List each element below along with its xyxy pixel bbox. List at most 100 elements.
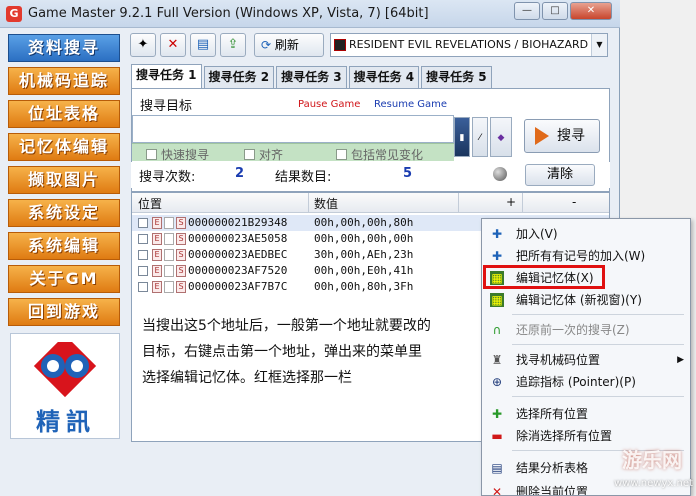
menu-item-select-all[interactable]: ✚ 选择所有位置 bbox=[482, 403, 690, 425]
logo-mark-icon bbox=[33, 342, 97, 398]
save-flag-icon: S bbox=[176, 265, 186, 277]
watermark-url: www.newyx.net bbox=[614, 478, 693, 489]
undo-icon: ∩ bbox=[492, 323, 502, 337]
chevron-down-icon[interactable]: ▼ bbox=[591, 34, 607, 56]
process-name: RESIDENT EVIL REVELATIONS / BIOHAZARD RE… bbox=[349, 38, 608, 51]
menu-item-label: 结果分析表格 bbox=[516, 461, 589, 475]
column-minus[interactable]: - bbox=[572, 195, 576, 209]
cancel-icon[interactable]: ✕ bbox=[160, 33, 186, 57]
new-search-icon[interactable]: ✦ bbox=[130, 33, 156, 57]
pointer-icon: ⊕ bbox=[491, 375, 503, 389]
instruction-note: 当搜出这5个地址后，一般第一个地址就要改的目标，右键点击第一个地址，弹出来的菜单… bbox=[142, 318, 431, 386]
delete-icon: ✕ bbox=[491, 485, 503, 495]
search-input[interactable] bbox=[132, 115, 454, 143]
menu-item-edit-memory-new-window[interactable]: ▦ 编辑记忆体 (新视窗)(Y) bbox=[482, 289, 690, 311]
search-options: 快速搜寻 对齐 包括常见变化 bbox=[132, 143, 454, 163]
search-count-label: 搜寻次数: bbox=[139, 170, 196, 185]
minimize-button[interactable]: — bbox=[514, 2, 540, 20]
freeze-flag-icon bbox=[164, 249, 174, 261]
checkbox[interactable] bbox=[244, 149, 255, 160]
resume-game-link[interactable]: Resume Game bbox=[374, 99, 447, 110]
eraser-icon[interactable]: ◆ bbox=[490, 117, 512, 157]
menu-item-find-machine-code[interactable]: ♜ 找寻机械码位置 ▶ bbox=[482, 349, 690, 371]
freeze-flag-icon bbox=[164, 233, 174, 245]
brand-logo: 精訊 bbox=[10, 333, 120, 439]
sidebar-item-machine-code[interactable]: 机械码追踪 bbox=[8, 67, 120, 95]
pause-game-link[interactable]: Pause Game bbox=[298, 99, 360, 110]
sidebar-item-settings[interactable]: 系统设定 bbox=[8, 199, 120, 227]
row-checkbox[interactable] bbox=[138, 282, 148, 292]
calculator-icon[interactable]: ⁄ bbox=[472, 117, 488, 157]
plus-icon: ✚ bbox=[491, 249, 503, 263]
edit-flag-icon: E bbox=[152, 281, 162, 293]
search-button-label: 搜寻 bbox=[557, 128, 585, 144]
menu-item-undo-search[interactable]: ∩ 还原前一次的搜寻(Z) bbox=[482, 319, 690, 341]
search-tabs: 搜寻任务 1 搜寻任务 2 搜寻任务 3 搜寻任务 4 搜寻任务 5 bbox=[131, 64, 494, 88]
align-option[interactable]: 对齐 bbox=[244, 146, 283, 163]
row-address: 000000023AF7520 bbox=[188, 264, 288, 277]
result-count-value: 5 bbox=[403, 166, 413, 181]
row-checkbox[interactable] bbox=[138, 234, 148, 244]
status-indicator-icon bbox=[493, 167, 507, 181]
refresh-label: 刷新 bbox=[274, 38, 299, 52]
row-checkbox[interactable] bbox=[138, 250, 148, 260]
menu-item-label: 把所有有记号的加入(W) bbox=[516, 249, 646, 263]
save-flag-icon: S bbox=[176, 233, 186, 245]
document-icon[interactable]: ▤ bbox=[190, 33, 216, 57]
close-button[interactable]: ✕ bbox=[570, 2, 612, 20]
tab-search-3[interactable]: 搜寻任务 3 bbox=[276, 66, 347, 88]
tab-search-1[interactable]: 搜寻任务 1 bbox=[131, 64, 202, 88]
menu-item-label: 加入(V) bbox=[516, 227, 558, 241]
checkbox[interactable] bbox=[146, 149, 157, 160]
tab-search-2[interactable]: 搜寻任务 2 bbox=[203, 66, 275, 88]
sidebar-item-data-search[interactable]: 资料搜寻 bbox=[8, 34, 120, 62]
export-icon[interactable]: ⇪ bbox=[220, 33, 246, 57]
menu-item-add[interactable]: ✚ 加入(V) bbox=[482, 223, 690, 245]
option-label: 对齐 bbox=[259, 148, 284, 162]
search-stats: 搜寻次数: 2 结果数目: 5 清除 bbox=[131, 162, 610, 188]
sidebar-item-capture[interactable]: 撷取图片 bbox=[8, 166, 120, 194]
menu-item-label: 追踪指标 (Pointer)(P) bbox=[516, 375, 636, 389]
save-flag-icon: S bbox=[176, 249, 186, 261]
clear-button[interactable]: 清除 bbox=[525, 164, 595, 186]
include-variants-option[interactable]: 包括常见变化 bbox=[336, 146, 423, 163]
results-header: 位置 数值 + - bbox=[132, 193, 609, 213]
sidebar-item-back-to-game[interactable]: 回到游戏 bbox=[8, 298, 120, 326]
app-icon: G bbox=[6, 6, 22, 22]
fast-search-option[interactable]: 快速搜寻 bbox=[146, 146, 209, 163]
search-count-value: 2 bbox=[235, 166, 245, 181]
option-label: 包括常见变化 bbox=[351, 148, 424, 162]
deselect-all-icon: ▬ bbox=[491, 429, 503, 443]
column-address[interactable]: 位置 bbox=[138, 195, 162, 212]
save-flag-icon: S bbox=[176, 217, 186, 229]
column-value[interactable]: 数值 bbox=[314, 195, 338, 212]
tab-search-4[interactable]: 搜寻任务 4 bbox=[348, 66, 420, 88]
row-checkbox[interactable] bbox=[138, 218, 148, 228]
menu-item-add-all-marked[interactable]: ✚ 把所有有记号的加入(W) bbox=[482, 245, 690, 267]
save-flag-icon: S bbox=[176, 281, 186, 293]
tab-search-5[interactable]: 搜寻任务 5 bbox=[421, 66, 492, 88]
sidebar-item-about[interactable]: 关于GM bbox=[8, 265, 120, 293]
menu-item-track-pointer[interactable]: ⊕ 追踪指标 (Pointer)(P) bbox=[482, 371, 690, 393]
sidebar-item-memory-edit[interactable]: 记忆体编辑 bbox=[8, 133, 120, 161]
freeze-flag-icon bbox=[164, 217, 174, 229]
sidebar: 资料搜寻 机械码追踪 位址表格 记忆体编辑 撷取图片 系统设定 系统编辑 关于G… bbox=[8, 34, 120, 331]
game-icon bbox=[334, 39, 346, 51]
checkbox[interactable] bbox=[336, 149, 347, 160]
option-label: 快速搜寻 bbox=[161, 148, 210, 162]
menu-item-label: 编辑记忆体 (新视窗)(Y) bbox=[516, 293, 642, 307]
sidebar-item-address-table[interactable]: 位址表格 bbox=[8, 100, 120, 128]
play-icon bbox=[535, 127, 549, 145]
maximize-button[interactable]: □ bbox=[542, 2, 568, 20]
process-select[interactable]: RESIDENT EVIL REVELATIONS / BIOHAZARD RE… bbox=[330, 33, 608, 57]
edit-flag-icon: E bbox=[152, 233, 162, 245]
row-checkbox[interactable] bbox=[138, 266, 148, 276]
sidebar-item-system-edit[interactable]: 系统编辑 bbox=[8, 232, 120, 260]
column-plus[interactable]: + bbox=[506, 195, 516, 209]
value-type-icon[interactable]: ▮ bbox=[454, 117, 470, 157]
freeze-flag-icon bbox=[164, 265, 174, 277]
refresh-button[interactable]: ⟳ 刷新 bbox=[254, 33, 324, 57]
search-button[interactable]: 搜寻 bbox=[524, 119, 600, 153]
row-address: 000000021B29348 bbox=[188, 216, 288, 229]
submenu-arrow-icon: ▶ bbox=[677, 355, 684, 365]
